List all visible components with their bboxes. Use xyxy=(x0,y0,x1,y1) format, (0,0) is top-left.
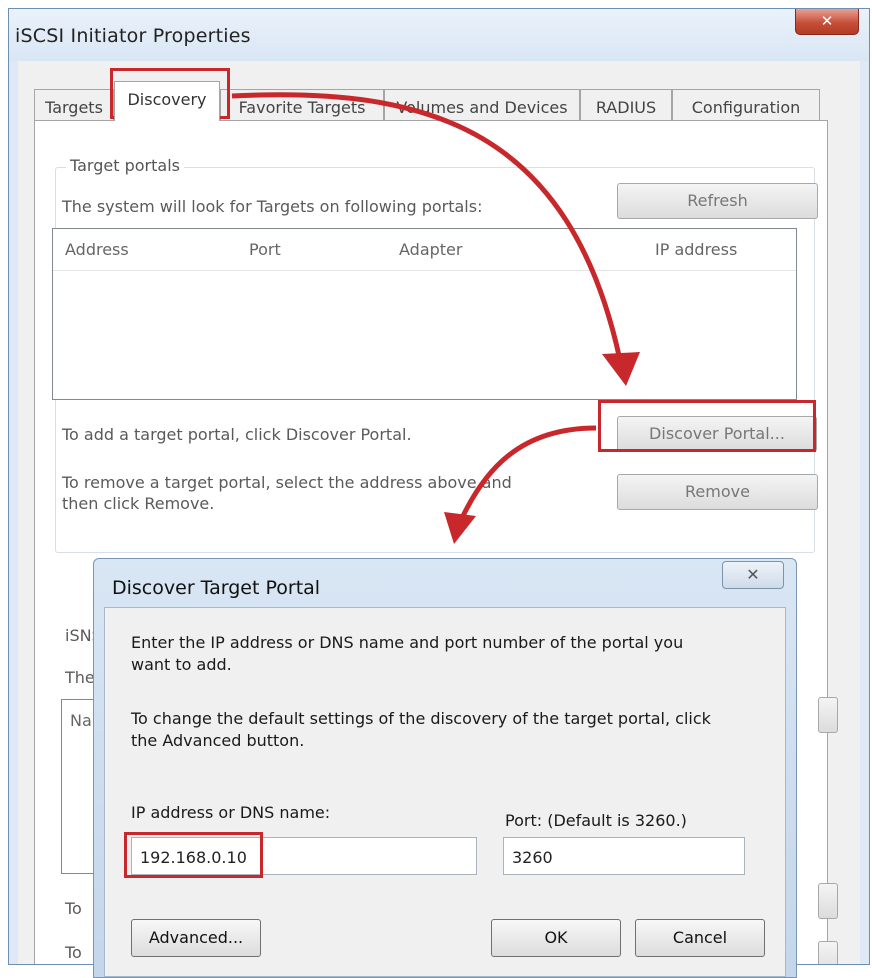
remove-button[interactable]: Remove xyxy=(617,474,818,510)
isns-button-edge-2 xyxy=(818,883,838,919)
tab-targets[interactable]: Targets xyxy=(34,89,114,121)
dialog-intro-line1: Enter the IP address or DNS name and por… xyxy=(131,633,684,652)
isns-button-edge-1 xyxy=(818,697,838,733)
title-bar[interactable]: iSCSI Initiator Properties ✕ xyxy=(9,9,869,61)
isns-button-edge-3 xyxy=(818,941,838,964)
column-port[interactable]: Port xyxy=(249,240,281,259)
target-portals-group: Target portals The system will look for … xyxy=(52,156,818,553)
column-address[interactable]: Address xyxy=(65,240,129,259)
advanced-hint-line2: the Advanced button. xyxy=(131,731,305,750)
remove-portal-hint-line1: To remove a target portal, select the ad… xyxy=(62,473,512,492)
isns-to-fragment-2: To xyxy=(65,943,82,962)
isns-the-fragment: the xyxy=(65,961,91,964)
port-label: Port: (Default is 3260.) xyxy=(505,811,687,830)
isns-text-fragment: The xyxy=(65,668,95,687)
cancel-button[interactable]: Cancel xyxy=(635,919,765,957)
add-portal-hint: To add a target portal, click Discover P… xyxy=(62,425,412,444)
ip-address-label: IP address or DNS name: xyxy=(131,803,331,822)
highlight-ip-address-input xyxy=(124,832,263,878)
refresh-button[interactable]: Refresh xyxy=(617,183,818,219)
dialog-body: Enter the IP address or DNS name and por… xyxy=(104,607,786,977)
tab-discovery[interactable]: Discovery xyxy=(114,81,220,121)
discover-target-portal-dialog: Discover Target Portal ✕ Enter the IP ad… xyxy=(93,558,797,978)
isns-to-fragment-1: To xyxy=(65,899,82,918)
target-portals-title: Target portals xyxy=(66,156,184,175)
column-adapter[interactable]: Adapter xyxy=(399,240,462,259)
tab-volumes-and-devices[interactable]: Volumes and Devices xyxy=(384,89,580,121)
portals-list-header: Address Port Adapter IP address xyxy=(53,229,796,271)
highlight-discover-portal-button xyxy=(598,400,816,452)
advanced-button[interactable]: Advanced... xyxy=(131,919,261,957)
advanced-hint-line1: To change the default settings of the di… xyxy=(131,709,711,728)
portals-description: The system will look for Targets on foll… xyxy=(62,197,483,216)
column-ip-address[interactable]: IP address xyxy=(655,240,737,259)
tab-favorite-targets[interactable]: Favorite Targets xyxy=(220,89,384,121)
port-input[interactable]: 3260 xyxy=(503,837,745,875)
dialog-intro-line2: want to add. xyxy=(131,655,232,674)
window-close-button[interactable]: ✕ xyxy=(795,9,859,35)
dialog-close-button[interactable]: ✕ xyxy=(722,561,784,589)
remove-portal-hint-line2: then click Remove. xyxy=(62,494,215,513)
dialog-title: Discover Target Portal xyxy=(112,577,321,599)
isns-column-fragment: Na xyxy=(70,711,92,730)
portals-list[interactable]: Address Port Adapter IP address xyxy=(52,228,797,400)
window-title: iSCSI Initiator Properties xyxy=(15,25,251,47)
ok-button[interactable]: OK xyxy=(491,919,621,957)
tab-radius[interactable]: RADIUS xyxy=(580,89,672,121)
tab-configuration[interactable]: Configuration xyxy=(672,89,820,121)
